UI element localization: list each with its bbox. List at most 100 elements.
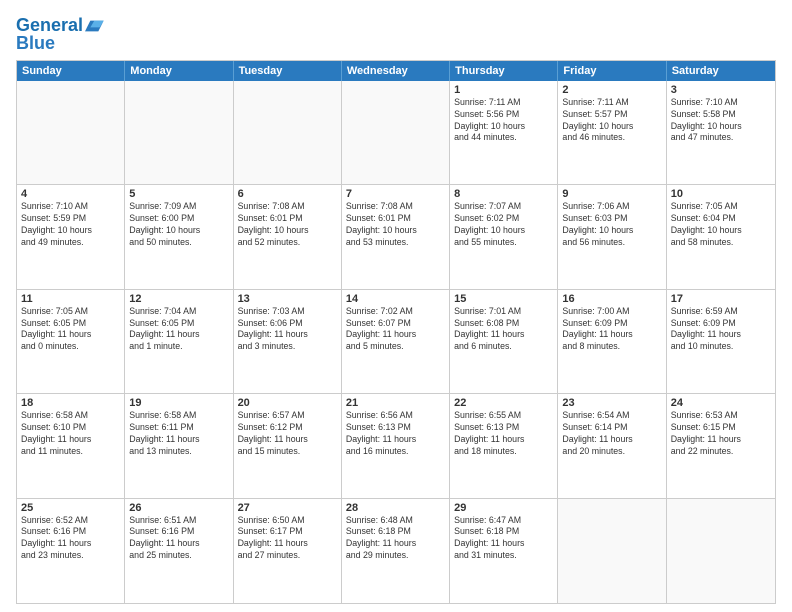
day-number: 23 (562, 397, 661, 409)
day-number: 22 (454, 397, 553, 409)
day-number: 16 (562, 293, 661, 305)
day-cell-8: 8Sunrise: 7:07 AMSunset: 6:02 PMDaylight… (450, 185, 558, 288)
calendar-row-3: 11Sunrise: 7:05 AMSunset: 6:05 PMDayligh… (17, 290, 775, 394)
day-cell-2: 2Sunrise: 7:11 AMSunset: 5:57 PMDaylight… (558, 81, 666, 184)
day-info: Sunrise: 6:55 AMSunset: 6:13 PMDaylight:… (454, 410, 553, 458)
empty-cell (342, 81, 450, 184)
day-info: Sunrise: 6:54 AMSunset: 6:14 PMDaylight:… (562, 410, 661, 458)
day-cell-7: 7Sunrise: 7:08 AMSunset: 6:01 PMDaylight… (342, 185, 450, 288)
calendar-body: 1Sunrise: 7:11 AMSunset: 5:56 PMDaylight… (17, 81, 775, 603)
day-number: 11 (21, 293, 120, 305)
day-info: Sunrise: 6:51 AMSunset: 6:16 PMDaylight:… (129, 515, 228, 563)
day-info: Sunrise: 6:47 AMSunset: 6:18 PMDaylight:… (454, 515, 553, 563)
day-info: Sunrise: 6:57 AMSunset: 6:12 PMDaylight:… (238, 410, 337, 458)
day-number: 7 (346, 188, 445, 200)
day-number: 14 (346, 293, 445, 305)
day-cell-21: 21Sunrise: 6:56 AMSunset: 6:13 PMDayligh… (342, 394, 450, 497)
day-cell-4: 4Sunrise: 7:10 AMSunset: 5:59 PMDaylight… (17, 185, 125, 288)
day-cell-29: 29Sunrise: 6:47 AMSunset: 6:18 PMDayligh… (450, 499, 558, 603)
header-day-saturday: Saturday (667, 61, 775, 81)
day-number: 29 (454, 502, 553, 514)
day-cell-18: 18Sunrise: 6:58 AMSunset: 6:10 PMDayligh… (17, 394, 125, 497)
day-number: 12 (129, 293, 228, 305)
day-info: Sunrise: 6:48 AMSunset: 6:18 PMDaylight:… (346, 515, 445, 563)
day-cell-13: 13Sunrise: 7:03 AMSunset: 6:06 PMDayligh… (234, 290, 342, 393)
day-info: Sunrise: 7:06 AMSunset: 6:03 PMDaylight:… (562, 201, 661, 249)
day-info: Sunrise: 6:50 AMSunset: 6:17 PMDaylight:… (238, 515, 337, 563)
day-info: Sunrise: 6:53 AMSunset: 6:15 PMDaylight:… (671, 410, 771, 458)
calendar-header: SundayMondayTuesdayWednesdayThursdayFrid… (17, 61, 775, 81)
logo: General Blue (16, 16, 105, 54)
day-number: 19 (129, 397, 228, 409)
header-day-thursday: Thursday (450, 61, 558, 81)
day-cell-28: 28Sunrise: 6:48 AMSunset: 6:18 PMDayligh… (342, 499, 450, 603)
day-info: Sunrise: 7:04 AMSunset: 6:05 PMDaylight:… (129, 306, 228, 354)
page: General Blue SundayMondayTuesdayWednesda… (0, 0, 792, 612)
logo-icon (85, 16, 105, 36)
empty-cell (234, 81, 342, 184)
empty-cell (667, 499, 775, 603)
day-cell-23: 23Sunrise: 6:54 AMSunset: 6:14 PMDayligh… (558, 394, 666, 497)
header-day-tuesday: Tuesday (234, 61, 342, 81)
day-number: 28 (346, 502, 445, 514)
day-info: Sunrise: 7:08 AMSunset: 6:01 PMDaylight:… (346, 201, 445, 249)
day-cell-14: 14Sunrise: 7:02 AMSunset: 6:07 PMDayligh… (342, 290, 450, 393)
day-cell-26: 26Sunrise: 6:51 AMSunset: 6:16 PMDayligh… (125, 499, 233, 603)
calendar-row-4: 18Sunrise: 6:58 AMSunset: 6:10 PMDayligh… (17, 394, 775, 498)
day-number: 21 (346, 397, 445, 409)
calendar-row-5: 25Sunrise: 6:52 AMSunset: 6:16 PMDayligh… (17, 499, 775, 603)
day-cell-9: 9Sunrise: 7:06 AMSunset: 6:03 PMDaylight… (558, 185, 666, 288)
header: General Blue (16, 12, 776, 54)
day-cell-1: 1Sunrise: 7:11 AMSunset: 5:56 PMDaylight… (450, 81, 558, 184)
empty-cell (125, 81, 233, 184)
day-info: Sunrise: 6:59 AMSunset: 6:09 PMDaylight:… (671, 306, 771, 354)
day-info: Sunrise: 6:52 AMSunset: 6:16 PMDaylight:… (21, 515, 120, 563)
day-info: Sunrise: 7:05 AMSunset: 6:05 PMDaylight:… (21, 306, 120, 354)
day-cell-3: 3Sunrise: 7:10 AMSunset: 5:58 PMDaylight… (667, 81, 775, 184)
day-cell-11: 11Sunrise: 7:05 AMSunset: 6:05 PMDayligh… (17, 290, 125, 393)
day-cell-25: 25Sunrise: 6:52 AMSunset: 6:16 PMDayligh… (17, 499, 125, 603)
day-info: Sunrise: 7:03 AMSunset: 6:06 PMDaylight:… (238, 306, 337, 354)
day-number: 10 (671, 188, 771, 200)
header-day-friday: Friday (558, 61, 666, 81)
day-info: Sunrise: 7:00 AMSunset: 6:09 PMDaylight:… (562, 306, 661, 354)
day-info: Sunrise: 7:07 AMSunset: 6:02 PMDaylight:… (454, 201, 553, 249)
day-cell-22: 22Sunrise: 6:55 AMSunset: 6:13 PMDayligh… (450, 394, 558, 497)
day-cell-6: 6Sunrise: 7:08 AMSunset: 6:01 PMDaylight… (234, 185, 342, 288)
day-number: 8 (454, 188, 553, 200)
day-info: Sunrise: 7:09 AMSunset: 6:00 PMDaylight:… (129, 201, 228, 249)
day-number: 9 (562, 188, 661, 200)
day-number: 3 (671, 84, 771, 96)
day-number: 20 (238, 397, 337, 409)
day-number: 1 (454, 84, 553, 96)
day-cell-5: 5Sunrise: 7:09 AMSunset: 6:00 PMDaylight… (125, 185, 233, 288)
day-number: 13 (238, 293, 337, 305)
day-number: 15 (454, 293, 553, 305)
empty-cell (17, 81, 125, 184)
day-cell-24: 24Sunrise: 6:53 AMSunset: 6:15 PMDayligh… (667, 394, 775, 497)
day-cell-10: 10Sunrise: 7:05 AMSunset: 6:04 PMDayligh… (667, 185, 775, 288)
day-cell-17: 17Sunrise: 6:59 AMSunset: 6:09 PMDayligh… (667, 290, 775, 393)
day-info: Sunrise: 6:58 AMSunset: 6:10 PMDaylight:… (21, 410, 120, 458)
day-cell-15: 15Sunrise: 7:01 AMSunset: 6:08 PMDayligh… (450, 290, 558, 393)
day-cell-12: 12Sunrise: 7:04 AMSunset: 6:05 PMDayligh… (125, 290, 233, 393)
day-cell-19: 19Sunrise: 6:58 AMSunset: 6:11 PMDayligh… (125, 394, 233, 497)
day-number: 26 (129, 502, 228, 514)
day-info: Sunrise: 7:10 AMSunset: 5:59 PMDaylight:… (21, 201, 120, 249)
day-number: 5 (129, 188, 228, 200)
logo-text-line2: Blue (16, 34, 105, 54)
day-number: 18 (21, 397, 120, 409)
day-number: 27 (238, 502, 337, 514)
day-number: 4 (21, 188, 120, 200)
calendar-row-1: 1Sunrise: 7:11 AMSunset: 5:56 PMDaylight… (17, 81, 775, 185)
day-info: Sunrise: 6:58 AMSunset: 6:11 PMDaylight:… (129, 410, 228, 458)
day-info: Sunrise: 7:10 AMSunset: 5:58 PMDaylight:… (671, 97, 771, 145)
day-info: Sunrise: 7:08 AMSunset: 6:01 PMDaylight:… (238, 201, 337, 249)
calendar: SundayMondayTuesdayWednesdayThursdayFrid… (16, 60, 776, 604)
day-number: 25 (21, 502, 120, 514)
day-info: Sunrise: 7:01 AMSunset: 6:08 PMDaylight:… (454, 306, 553, 354)
day-info: Sunrise: 7:02 AMSunset: 6:07 PMDaylight:… (346, 306, 445, 354)
day-number: 24 (671, 397, 771, 409)
empty-cell (558, 499, 666, 603)
day-number: 2 (562, 84, 661, 96)
